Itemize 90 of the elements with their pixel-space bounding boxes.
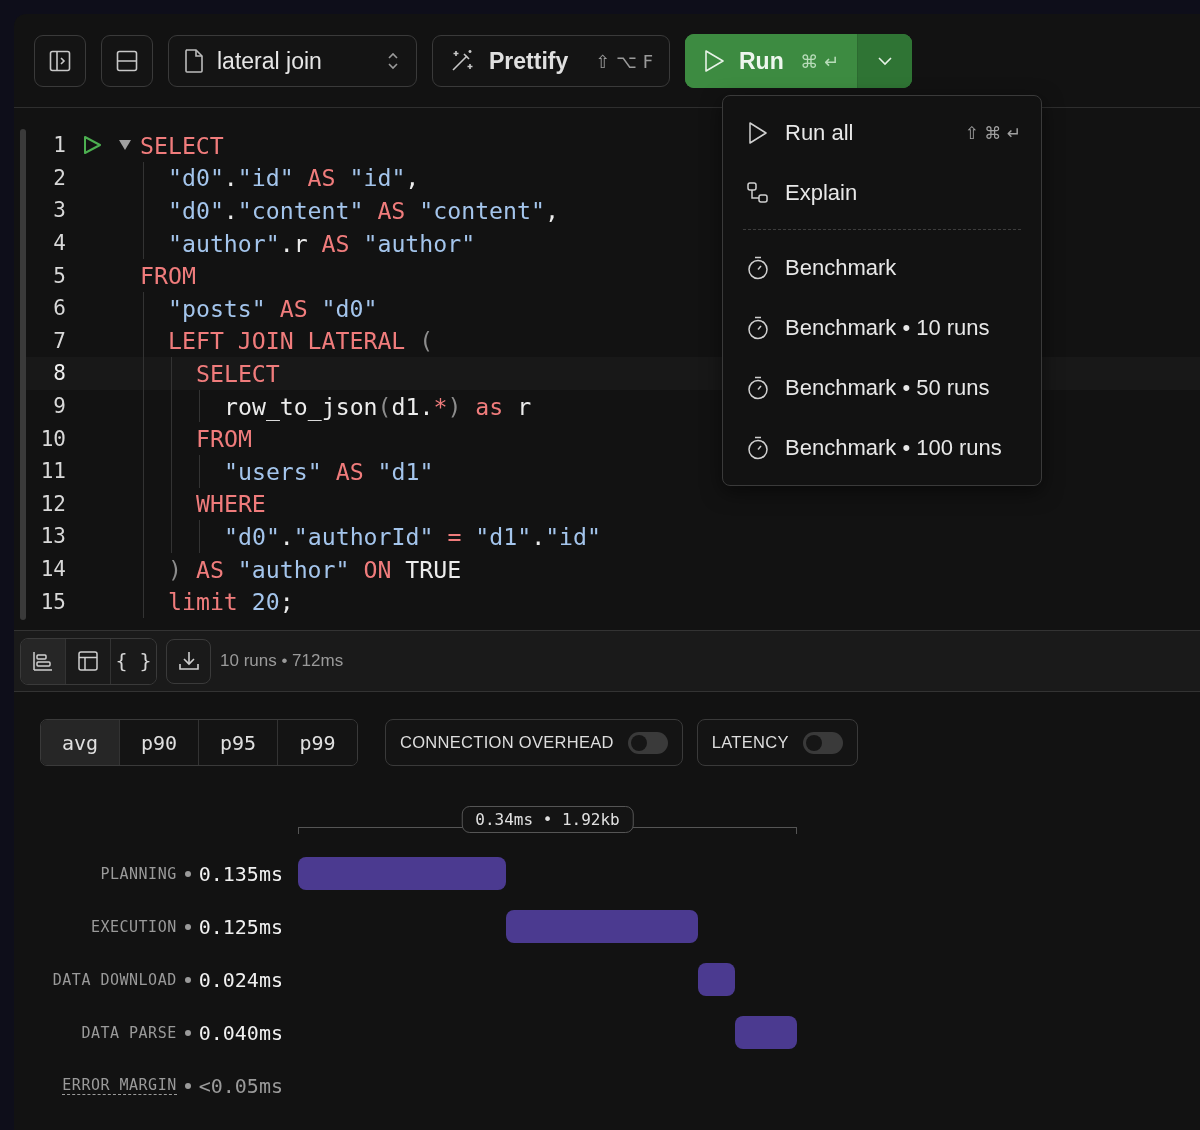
download-button[interactable] — [166, 638, 211, 684]
code-line: "posts" AS "d0" — [168, 294, 378, 322]
fold-arrow-icon[interactable] — [119, 140, 131, 151]
up-down-chevron-icon — [386, 50, 400, 72]
split-layout-icon — [115, 49, 139, 73]
code-line: SELECT — [196, 359, 280, 387]
line-number: 5 — [52, 263, 66, 288]
code-line: SELECT — [140, 131, 224, 159]
download-icon — [176, 649, 201, 673]
code-line: FROM — [196, 425, 252, 453]
scrollbar[interactable] — [20, 129, 26, 620]
layout-toggle-button[interactable] — [101, 35, 153, 87]
code-line: row_to_json(d1.*) as r — [224, 392, 532, 420]
file-select[interactable]: lateral join — [168, 35, 417, 87]
code-line: "users" AS "d1" — [224, 457, 434, 485]
chart-view-button[interactable] — [21, 638, 66, 684]
phase-value: 0.040ms — [198, 1020, 283, 1045]
line-number: 12 — [39, 491, 66, 516]
shortcut-hint: ⇧ ⌘ ↵ — [964, 123, 1021, 143]
play-icon — [748, 122, 768, 144]
line-number: 8 — [52, 361, 66, 386]
code-line: "d0"."content" AS "content", — [168, 197, 559, 224]
timeline-bar — [735, 1016, 797, 1049]
phase-label: DATA DOWNLOAD — [52, 970, 177, 989]
total-label: 0.34ms • 1.92kb — [461, 806, 634, 833]
bullet-dot — [184, 976, 191, 983]
run-line-icon[interactable] — [82, 135, 102, 156]
line-number: 1 — [52, 133, 66, 158]
sidebar-toggle-button[interactable] — [34, 35, 86, 87]
phase-value: 0.024ms — [198, 967, 283, 992]
nodes-icon — [747, 182, 769, 204]
toggle-switch[interactable] — [802, 731, 843, 754]
bar-chart-icon — [32, 650, 54, 672]
code-line: FROM — [140, 262, 196, 290]
table-icon — [77, 650, 99, 672]
code-line: "author".r AS "author" — [168, 229, 476, 257]
toggle-button[interactable]: CONNECTION OVERHEAD — [385, 719, 683, 766]
line-number: 9 — [52, 394, 66, 419]
bullet-dot — [184, 923, 191, 930]
timeline-bar — [698, 963, 736, 996]
phase-value: 0.125ms — [198, 914, 283, 939]
line-number: 7 — [52, 328, 66, 353]
run-summary: 10 runs • 712ms — [220, 651, 344, 671]
code-line: "d0"."authorId" = "d1"."id" — [224, 522, 601, 550]
menu-item[interactable]: Benchmark • 50 runs — [723, 358, 1041, 418]
phase-value: <0.05ms — [198, 1073, 283, 1098]
bullet-dot — [184, 1029, 191, 1036]
chevron-down-icon — [877, 56, 893, 66]
run-button[interactable]: Run ⌘ ↵ — [685, 34, 858, 88]
code-line: WHERE — [196, 490, 266, 518]
code-line: "d0"."id" AS "id", — [168, 164, 420, 192]
line-number: 10 — [39, 426, 66, 451]
code-line: ) AS "author" ON TRUE — [168, 555, 462, 583]
toggle-label: LATENCY — [711, 733, 789, 752]
menu-item[interactable]: Benchmark • 10 runs — [723, 298, 1041, 358]
stopwatch-icon — [747, 316, 769, 340]
stopwatch-icon — [747, 376, 769, 400]
sidebar-icon — [48, 49, 72, 73]
menu-item[interactable]: Benchmark • 100 runs — [723, 418, 1041, 478]
line-number: 2 — [52, 165, 66, 190]
phase-value: 0.135ms — [198, 861, 283, 886]
line-number: 15 — [39, 589, 66, 614]
code-line: LEFT JOIN LATERAL ( — [168, 327, 434, 355]
phase-label: ERROR MARGIN — [62, 1076, 177, 1095]
menu-item[interactable]: Run all ⇧ ⌘ ↵ — [723, 103, 1041, 163]
play-icon — [703, 49, 725, 73]
toggle-switch[interactable] — [627, 731, 668, 754]
percentile-tab[interactable]: avg — [41, 720, 120, 765]
toggle-button[interactable]: LATENCY — [696, 719, 858, 766]
shortcut-hint: ⌘ ↵ — [800, 50, 839, 72]
phase-label: EXECUTION — [90, 917, 177, 936]
phase-label: PLANNING — [100, 864, 177, 883]
prettify-button[interactable]: Prettify ⇧ ⌥ F — [432, 35, 670, 87]
line-number: 14 — [39, 557, 66, 581]
code-line: limit 20; — [168, 588, 294, 616]
toggle-label: CONNECTION OVERHEAD — [400, 733, 614, 752]
line-number: 3 — [52, 198, 66, 223]
line-number: 6 — [52, 296, 66, 321]
bullet-dot — [184, 1082, 191, 1089]
menu-item[interactable]: Explain — [723, 163, 1041, 223]
line-number: 4 — [52, 231, 66, 256]
line-number: 13 — [39, 524, 66, 549]
bullet-dot — [184, 870, 191, 877]
menu-item[interactable]: Benchmark — [723, 238, 1041, 298]
file-icon — [183, 48, 205, 74]
stopwatch-icon — [747, 256, 769, 280]
line-number: 11 — [39, 459, 66, 484]
phase-label: DATA PARSE — [81, 1023, 177, 1042]
stopwatch-icon — [747, 436, 769, 460]
shortcut-hint: ⇧ ⌥ F — [595, 50, 653, 72]
